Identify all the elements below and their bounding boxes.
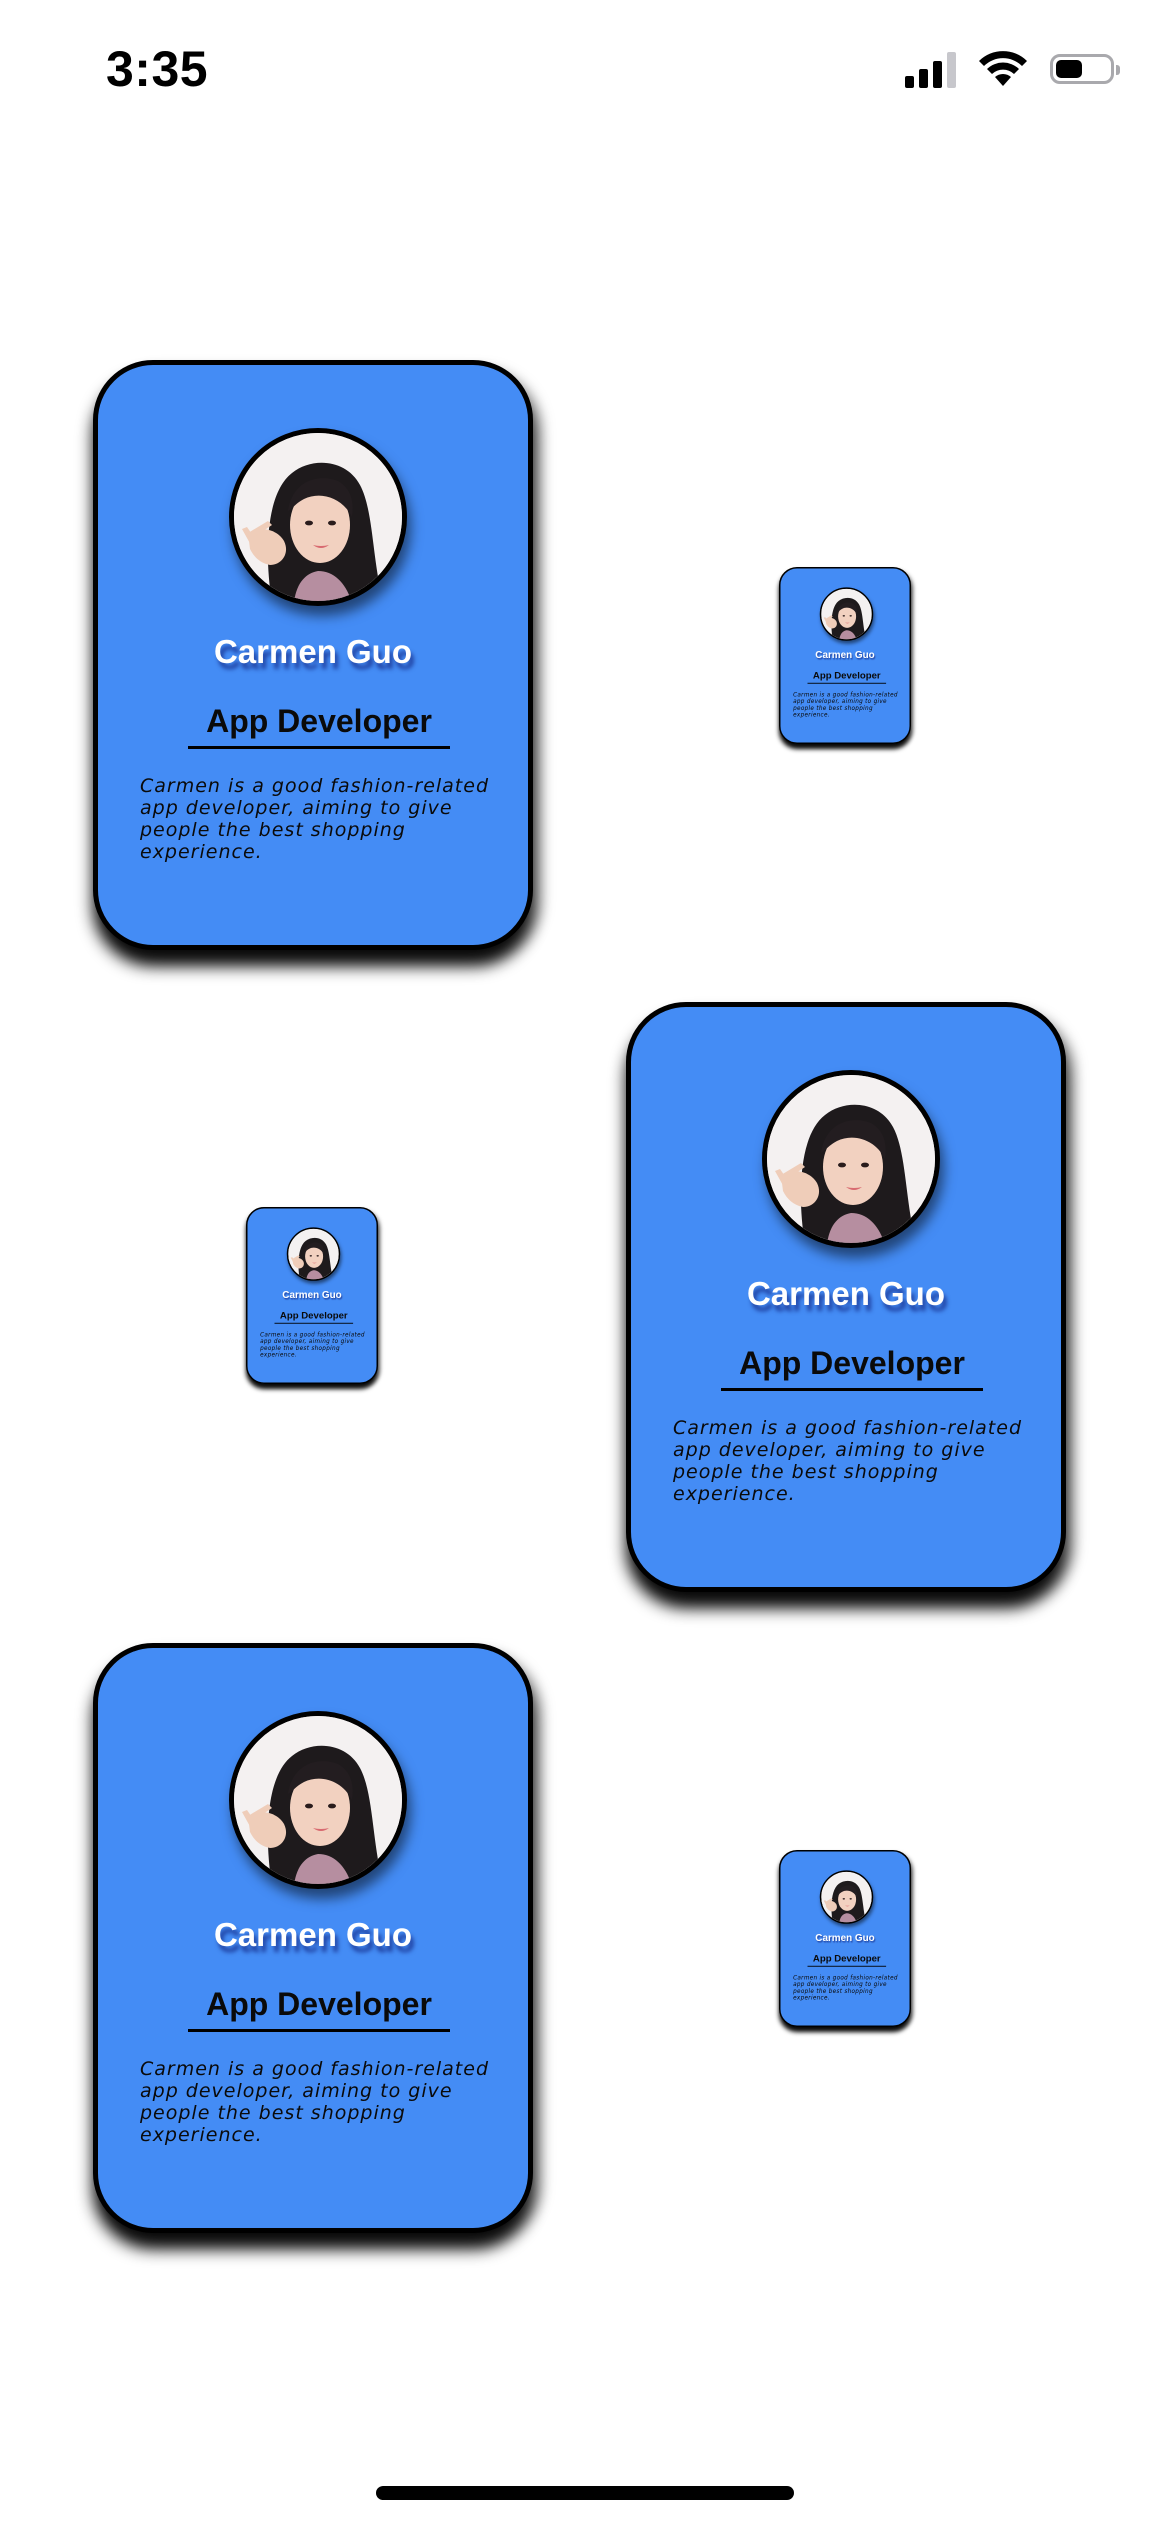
profile-name: Carmen Guo xyxy=(282,1288,342,1300)
battery-level xyxy=(1056,60,1082,78)
profile-photo xyxy=(767,1075,935,1243)
profile-photo xyxy=(821,1871,872,1923)
profile-card-small: Carmen Guo App Developer Carmen is a goo… xyxy=(246,1207,378,1384)
profile-bio: Carmen is a good fashion-related app dev… xyxy=(140,775,490,863)
profile-bio: Carmen is a good fashion-related app dev… xyxy=(260,1331,365,1358)
status-icons xyxy=(905,50,1120,88)
profile-card-small: Carmen Guo App Developer Carmen is a goo… xyxy=(779,567,911,744)
profile-name: Carmen Guo xyxy=(746,1275,946,1312)
profile-photo xyxy=(234,1716,402,1884)
wifi-icon xyxy=(979,51,1027,86)
profile-role: App Developer xyxy=(188,703,450,749)
signal-icon xyxy=(905,50,956,88)
profile-role: App Developer xyxy=(721,1345,983,1391)
profile-photo xyxy=(288,1228,339,1280)
avatar xyxy=(819,1870,874,1924)
avatar xyxy=(762,1070,940,1248)
avatar xyxy=(819,587,874,641)
profile-card-small: Carmen Guo App Developer Carmen is a goo… xyxy=(779,1850,911,2027)
profile-bio: Carmen is a good fashion-related app dev… xyxy=(673,1417,1023,1505)
profile-name: Carmen Guo xyxy=(213,633,413,670)
profile-name: Carmen Guo xyxy=(815,648,875,660)
avatar xyxy=(229,428,407,606)
profile-card-large: Carmen Guo App Developer Carmen is a goo… xyxy=(93,360,533,950)
home-indicator[interactable] xyxy=(376,2486,794,2500)
profile-role: App Developer xyxy=(274,1310,354,1324)
profile-photo xyxy=(234,433,402,601)
status-time: 3:35 xyxy=(106,41,209,97)
profile-name: Carmen Guo xyxy=(815,1931,875,1943)
avatar xyxy=(229,1711,407,1889)
profile-card-large: Carmen Guo App Developer Carmen is a goo… xyxy=(93,1643,533,2233)
profile-bio: Carmen is a good fashion-related app dev… xyxy=(140,2058,490,2146)
profile-role: App Developer xyxy=(188,1986,450,2032)
battery-icon xyxy=(1050,54,1120,84)
profile-card-large: Carmen Guo App Developer Carmen is a goo… xyxy=(626,1002,1066,1592)
profile-role: App Developer xyxy=(807,1953,887,1967)
profile-bio: Carmen is a good fashion-related app dev… xyxy=(793,691,898,718)
profile-name: Carmen Guo xyxy=(213,1916,413,1953)
profile-photo xyxy=(821,588,872,640)
profile-bio: Carmen is a good fashion-related app dev… xyxy=(793,1974,898,2001)
status-bar: 3:35 xyxy=(0,0,1170,150)
profile-role: App Developer xyxy=(807,670,887,684)
avatar xyxy=(286,1227,341,1281)
